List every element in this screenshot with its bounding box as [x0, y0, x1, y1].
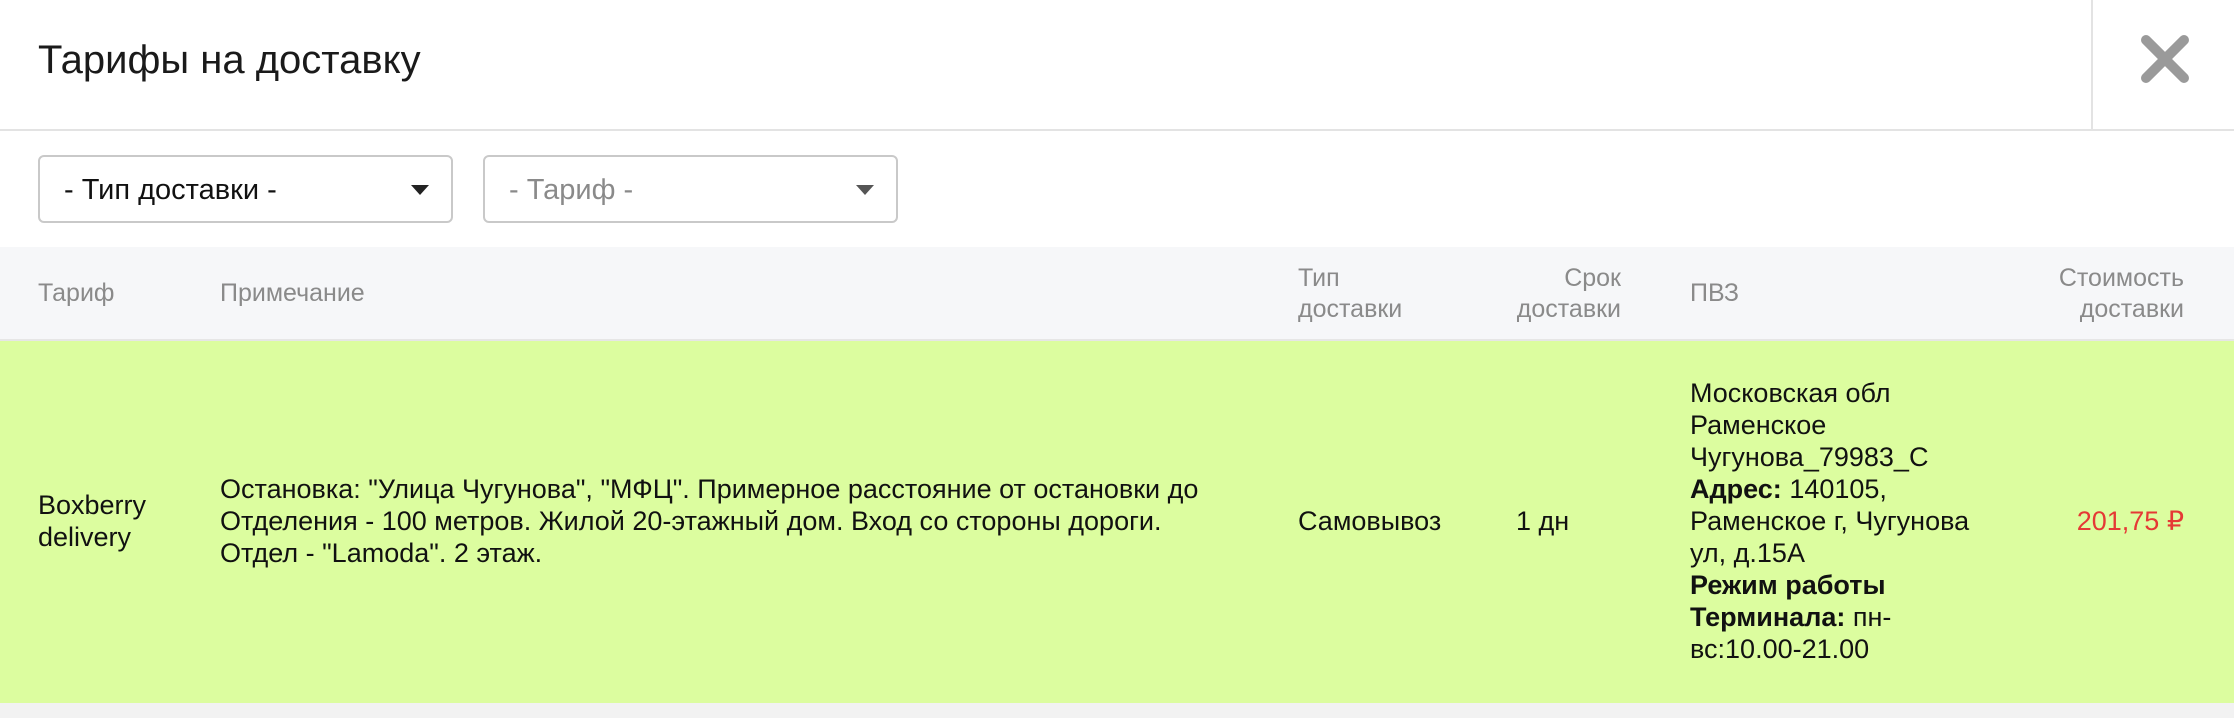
delivery-tariffs-modal: Тарифы на доставку - Тип доставки - - Та…: [0, 0, 2234, 718]
tariff-select[interactable]: - Тариф -: [483, 155, 898, 223]
modal-title: Тарифы на доставку: [38, 38, 421, 82]
cell-pvz: Московская обл Раменское Чугунова_79983_…: [1690, 377, 1990, 665]
column-header-type: Тип доставки: [1298, 264, 1403, 323]
delivery-type-select[interactable]: - Тип доставки -: [38, 155, 453, 223]
column-header-cost: Стоимость доставки: [2058, 264, 2184, 323]
cell-note: Остановка: "Улица Чугунова", "МФЦ". Прим…: [220, 474, 1199, 568]
cell-tariff: Boxberry delivery: [38, 490, 147, 552]
cell-delivery-cost: 201,75 ₽: [2076, 506, 2184, 536]
column-header-tariff: Тариф: [38, 279, 115, 307]
pvz-hours: Терминала: пн-: [1690, 602, 1892, 632]
chevron-down-icon: [411, 185, 429, 195]
column-header-term: Срок доставки: [1516, 264, 1621, 323]
pvz-address: Адрес: 140105,: [1690, 474, 1887, 504]
filters-bar: - Тип доставки - - Тариф -: [0, 133, 2234, 247]
table-header: Тариф Примечание Тип доставки Срок доста…: [0, 247, 2234, 341]
column-header-pvz: ПВЗ: [1690, 279, 1739, 307]
table-bottom-border: [0, 703, 2234, 718]
close-icon: [2141, 35, 2189, 83]
delivery-type-select-value: - Тип доставки -: [64, 174, 277, 206]
column-header-note: Примечание: [220, 279, 365, 307]
tariff-select-value: - Тариф -: [509, 174, 634, 206]
close-area: [2091, 0, 2234, 131]
close-button[interactable]: [2138, 32, 2192, 86]
cell-delivery-term: 1 дн: [1516, 506, 1570, 536]
chevron-down-icon: [856, 185, 874, 195]
pvz-hours-label: Режим работы: [1690, 570, 1886, 600]
modal-header: Тарифы на доставку: [0, 0, 2234, 131]
cell-delivery-type: Самовывоз: [1298, 506, 1442, 536]
table-row[interactable]: Boxberry delivery Остановка: "Улица Чугу…: [0, 341, 2234, 703]
